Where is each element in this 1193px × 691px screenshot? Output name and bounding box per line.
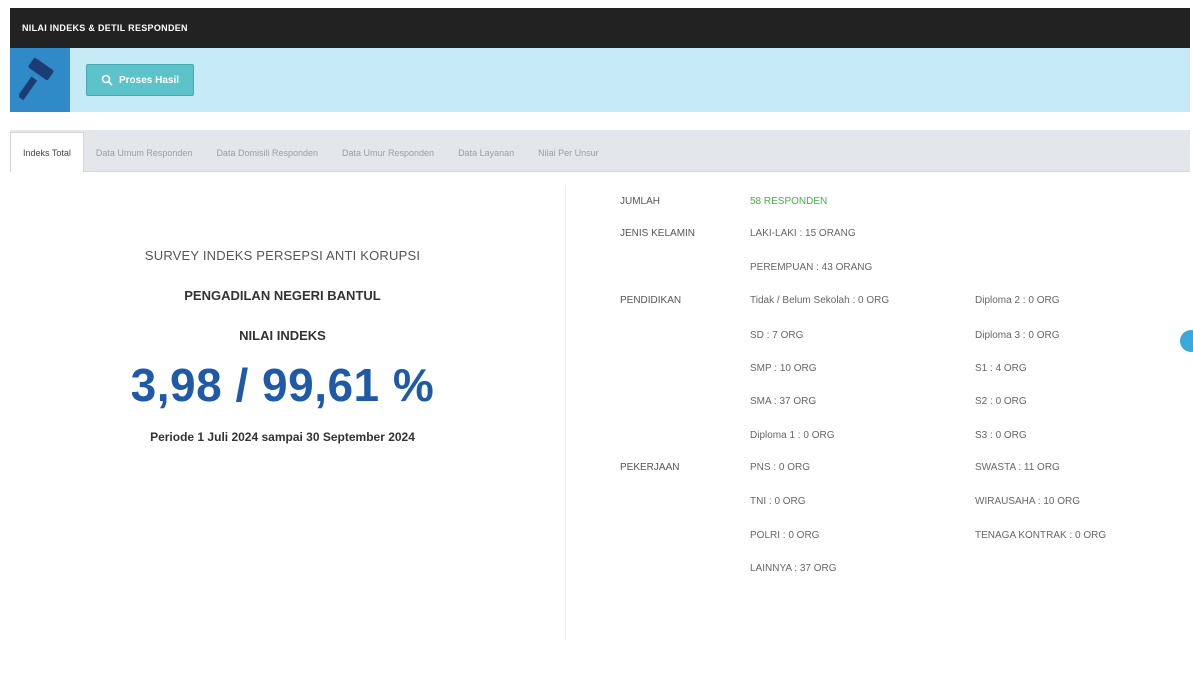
- tab-data-umur-responden[interactable]: Data Umur Responden: [330, 135, 446, 171]
- panel-divider: [565, 185, 566, 640]
- toolbar: Proses Hasil: [10, 48, 1190, 112]
- job-item: TNI : 0 ORG: [750, 496, 806, 507]
- proses-hasil-button[interactable]: Proses Hasil: [86, 64, 195, 96]
- job-item: TENAGA KONTRAK : 0 ORG: [975, 530, 1107, 541]
- job-item: POLRI : 0 ORG: [750, 530, 820, 541]
- job-item: LAINNYA : 37 ORG: [750, 563, 837, 574]
- window-title: NILAI INDEKS & DETIL RESPONDEN: [22, 23, 188, 33]
- tab-indeks-total[interactable]: Indeks Total: [10, 132, 84, 172]
- education-item: SMP : 10 ORG: [750, 363, 817, 374]
- education-item: S2 : 0 ORG: [975, 396, 1027, 407]
- jumlah-value: 58 RESPONDEN: [750, 196, 828, 207]
- title-bar: NILAI INDEKS & DETIL RESPONDEN: [10, 8, 1190, 48]
- period-text: Periode 1 Juli 2024 sampai 30 September …: [150, 430, 415, 444]
- job-item: PNS : 0 ORG: [750, 462, 811, 473]
- index-label: NILAI INDEKS: [239, 328, 326, 343]
- job-item: WIRAUSAHA : 10 ORG: [975, 496, 1081, 507]
- tab-nilai-per-unsur[interactable]: Nilai Per Unsur: [526, 135, 611, 171]
- index-summary-panel: SURVEY INDEKS PERSEPSI ANTI KORUPSI PENG…: [10, 180, 555, 640]
- education-item: Diploma 1 : 0 ORG: [750, 430, 835, 441]
- education-label: PENDIDIKAN: [620, 295, 682, 306]
- gender-female: PEREMPUAN : 43 ORANG: [750, 262, 873, 273]
- tab-data-domisili-responden[interactable]: Data Domisili Responden: [204, 135, 330, 171]
- institution-name: PENGADILAN NEGERI BANTUL: [184, 288, 381, 303]
- side-action-button[interactable]: [1180, 330, 1193, 352]
- jumlah-label: JUMLAH: [620, 196, 661, 207]
- education-item: Diploma 3 : 0 ORG: [975, 330, 1060, 341]
- gender-male: LAKI-LAKI : 15 ORANG: [750, 228, 856, 239]
- job-item: SWASTA : 11 ORG: [975, 462, 1060, 473]
- education-item: SMA : 37 ORG: [750, 396, 817, 407]
- tab-data-umum-responden[interactable]: Data Umum Responden: [84, 135, 205, 171]
- education-item: S1 : 4 ORG: [975, 363, 1027, 374]
- education-item: Diploma 2 : 0 ORG: [975, 295, 1060, 306]
- proses-hasil-label: Proses Hasil: [119, 74, 180, 86]
- job-label: PEKERJAAN: [620, 462, 680, 473]
- tab-bar: Indeks Total Data Umum Responden Data Do…: [10, 130, 1190, 172]
- gender-label: JENIS KELAMIN: [620, 228, 696, 239]
- education-item: SD : 7 ORG: [750, 330, 804, 341]
- survey-title: SURVEY INDEKS PERSEPSI ANTI KORUPSI: [144, 248, 421, 263]
- gavel-icon: [10, 48, 70, 112]
- index-value: 3,98 / 99,61 %: [130, 359, 435, 411]
- education-item: S3 : 0 ORG: [975, 430, 1027, 441]
- tab-data-layanan[interactable]: Data Layanan: [446, 135, 526, 171]
- education-item: Tidak / Belum Sekolah : 0 ORG: [750, 295, 890, 306]
- search-icon: [101, 74, 113, 86]
